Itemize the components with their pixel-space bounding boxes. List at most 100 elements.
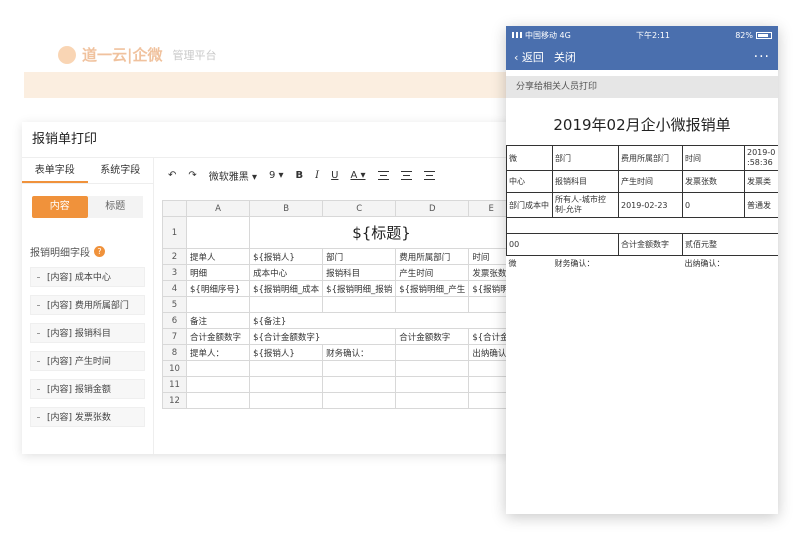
redo-icon[interactable]: ↷ [188,170,196,181]
undo-icon[interactable]: ↶ [168,170,176,181]
grid-cell[interactable]: 产生时间 [395,264,470,281]
field-item[interactable]: [内容] 报销科目 [30,323,145,343]
table-row: 00 合计金额数字 贰佰元整 [506,233,778,256]
grid-cell[interactable]: ${合计金额数字} [249,328,397,345]
grid-cell[interactable]: ${备注} [249,312,514,329]
clock: 下午2:11 [636,30,671,40]
field-sidebar: 表单字段 系统字段 内容 标题 报销明细字段 ? [内容] 成本中心 [内容] … [22,158,154,454]
row-number[interactable]: 10 [162,360,187,377]
field-item[interactable]: [内容] 发票张数 [30,407,145,427]
report-cell: 发票张数 [682,170,745,193]
grid-cell[interactable] [322,360,397,377]
brand-subtitle: 管理平台 [172,48,217,62]
grid-cell[interactable]: ${明细序号} [185,280,251,297]
grid-cell[interactable] [395,344,470,361]
field-item[interactable]: [内容] 成本中心 [30,267,145,287]
grid-cell[interactable]: ${报销明细_成本 [249,280,324,297]
column-header[interactable]: A [185,200,251,217]
font-family-select[interactable]: 微软雅黑 ▾ [209,168,257,183]
table-row: 微 财务确认： 出纳确认： [507,256,779,272]
grid-cell[interactable]: 报销科目 [322,264,397,281]
grid-cell[interactable]: ${报销人} [249,344,324,361]
brand-logo-icon [58,45,76,64]
row-number[interactable]: 8 [162,344,187,361]
grid-cell[interactable]: 提单人： [185,344,251,361]
tab-system-fields[interactable]: 系统字段 [88,158,154,183]
table-row: 5 [162,296,514,313]
grid-cell[interactable] [395,296,470,313]
table-row: 7 合计金额数字 ${合计金额数字} 合计金额数字 ${合计金 [162,328,514,345]
tab-form-fields[interactable]: 表单字段 [22,158,88,183]
grid-cell[interactable]: 费用所属部门 [395,248,470,265]
underline-button[interactable]: U [331,170,338,181]
grid-cell[interactable] [185,216,251,249]
align-left-icon[interactable] [377,170,389,180]
grid-cell[interactable] [322,376,397,393]
close-button[interactable]: 关闭 [554,49,576,65]
signal-icon [512,31,522,38]
row-number[interactable]: 3 [162,264,187,281]
grid-cell[interactable]: 明细 [185,264,251,281]
report-cell: 所有人-城市控制-允许 [552,192,619,218]
row-number[interactable]: 11 [162,376,187,393]
grid-cell[interactable]: ${报销明细_产生 [395,280,470,297]
grid-cell[interactable] [185,376,251,393]
spreadsheet-grid: A B C D E 1 ${标题} 2 提单人 ${报销人} 部门 费用所属部门… [162,200,514,409]
grid-cell[interactable] [395,392,470,409]
more-icon[interactable]: ··· [754,49,770,65]
row-number[interactable]: 2 [162,248,187,265]
row-number[interactable]: 7 [162,328,187,345]
grid-cell[interactable]: ${报销明细_报销 [322,280,397,297]
field-item[interactable]: [内容] 产生时间 [30,351,145,371]
font-size-select[interactable]: 9 ▾ [269,170,284,181]
carrier-info: 中国移动 4G [512,30,571,41]
grid-cell[interactable] [395,376,470,393]
bold-button[interactable]: B [296,170,304,181]
font-color-button[interactable]: A ▾ [350,170,365,181]
grid-cell[interactable]: 成本中心 [249,264,324,281]
toggle-title[interactable]: 标题 [87,196,143,218]
title-cell[interactable]: ${标题} [249,216,514,249]
align-center-icon[interactable] [400,170,412,180]
field-item[interactable]: [内容] 费用所属部门 [30,295,145,315]
battery-icon [756,31,772,39]
grid-cell[interactable]: 合计金额数字 [185,328,251,345]
row-number[interactable]: 1 [162,216,187,249]
share-banner[interactable]: 分享给相关人员打印 [506,76,778,98]
mobile-preview: 中国移动 4G 下午2:11 82% ‹ 返回 关闭 ··· 分享给相关人员打印… [506,26,778,514]
report-cell: 时间 [682,145,745,171]
grid-cell[interactable] [322,296,397,313]
toggle-content[interactable]: 内容 [32,196,88,218]
column-header[interactable]: D [395,200,470,217]
help-icon[interactable]: ? [94,246,105,257]
grid-cell[interactable]: 备注 [185,312,251,329]
grid-cell[interactable]: ${报销人} [249,248,324,265]
corner-cell[interactable] [162,200,187,217]
grid-cell[interactable] [185,392,251,409]
italic-button[interactable]: I [315,170,319,181]
grid-cell[interactable] [185,360,251,377]
row-number[interactable]: 4 [162,280,187,297]
align-right-icon[interactable] [423,170,435,180]
column-header[interactable]: C [322,200,397,217]
grid-cell[interactable]: 财务确认： [322,344,397,361]
grid-cell[interactable]: 提单人 [185,248,251,265]
grid-cell[interactable]: 部门 [322,248,397,265]
network-type: 4G [559,30,571,40]
grid-cell[interactable] [322,392,397,409]
field-item[interactable]: [内容] 报销金额 [30,379,145,399]
table-row: 8 提单人： ${报销人} 财务确认： 出纳确认 [162,344,514,361]
grid-cell[interactable]: 合计金额数字 [395,328,470,345]
grid-cell[interactable] [249,360,324,377]
grid-cell[interactable] [185,296,251,313]
column-header[interactable]: B [249,200,324,217]
grid-cell[interactable] [249,296,324,313]
grid-cell[interactable] [249,376,324,393]
field-list: [内容] 成本中心 [内容] 费用所属部门 [内容] 报销科目 [内容] 产生时… [22,259,153,439]
grid-cell[interactable] [249,392,324,409]
row-number[interactable]: 5 [162,296,187,313]
grid-cell[interactable] [395,360,470,377]
row-number[interactable]: 6 [162,312,187,329]
row-number[interactable]: 12 [162,392,187,409]
back-button[interactable]: ‹ 返回 [514,49,544,65]
